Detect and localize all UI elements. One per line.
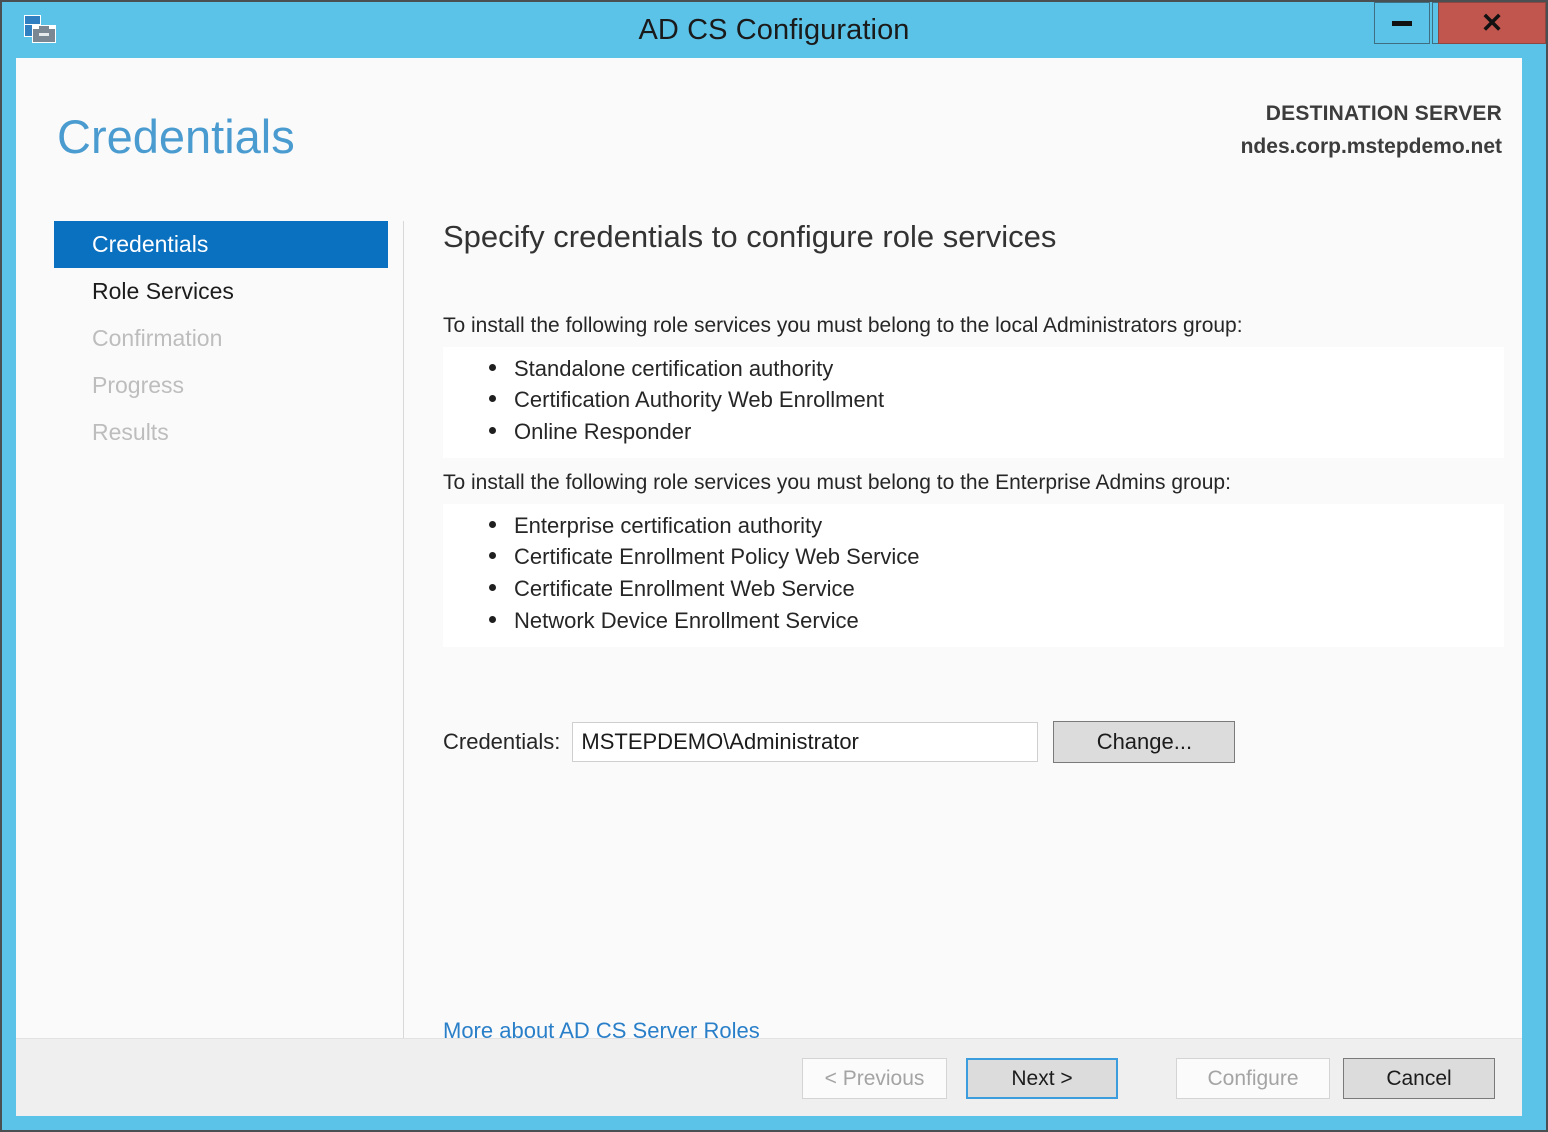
credentials-row: Credentials: Change... — [443, 721, 1236, 763]
wizard-navigation: Credentials Role Services Confirmation P… — [54, 221, 388, 456]
credentials-input[interactable] — [572, 722, 1039, 762]
enterprise-admins-list: Enterprise certification authority Certi… — [443, 503, 1504, 648]
credentials-label: Credentials: — [443, 729, 561, 754]
next-button[interactable]: Next > — [966, 1058, 1118, 1099]
list-item: Online Responder — [443, 416, 1504, 448]
list-item: Enterprise certification authority — [443, 510, 1504, 542]
sidebar-divider — [403, 221, 404, 1049]
list-item-label: Enterprise certification authority — [514, 512, 823, 538]
list-item: Certificate Enrollment Web Service — [443, 573, 1504, 605]
local-admins-list: Standalone certification authority Certi… — [443, 346, 1504, 459]
content-heading: Specify credentials to configure role se… — [443, 219, 1057, 254]
client-area: Credentials DESTINATION SERVER ndes.corp… — [16, 58, 1522, 1104]
list-item-label: Network Device Enrollment Service — [514, 608, 859, 634]
destination-server-name: ndes.corp.mstepdemo.net — [1240, 135, 1502, 158]
sidebar-item-credentials[interactable]: Credentials — [54, 221, 388, 268]
list-item: Certificate Enrollment Policy Web Servic… — [443, 541, 1504, 573]
window-title: AD CS Configuration — [638, 14, 910, 46]
page-title: Credentials — [57, 110, 295, 163]
list-item-label: Online Responder — [514, 419, 692, 445]
close-icon: ✕ — [1480, 7, 1504, 38]
wizard-footer: < Previous Next > Configure Cancel — [16, 1038, 1522, 1116]
title-bar[interactable]: AD CS Configuration ✕ — [2, 2, 1546, 58]
ad-cs-configuration-window: AD CS Configuration ✕ Credentials DESTIN… — [0, 0, 1548, 1132]
configure-button: Configure — [1176, 1058, 1330, 1099]
bullet-icon — [489, 363, 496, 371]
list-item: Standalone certification authority — [443, 353, 1504, 385]
sidebar-item-role-services[interactable]: Role Services — [54, 268, 388, 315]
enterprise-admins-intro: To install the following role services y… — [443, 471, 1231, 495]
bullet-icon — [489, 552, 496, 560]
bullet-icon — [489, 616, 496, 624]
bullet-icon — [489, 427, 496, 435]
sidebar-item-progress: Progress — [92, 372, 185, 398]
list-item-label: Certificate Enrollment Web Service — [514, 576, 855, 602]
local-admins-intro: To install the following role services y… — [443, 314, 1243, 338]
list-item: Network Device Enrollment Service — [443, 605, 1504, 637]
bullet-icon — [489, 520, 496, 528]
list-item: Certification Authority Web Enrollment — [443, 384, 1504, 416]
bullet-icon — [489, 395, 496, 403]
content-panel: Specify credentials to configure role se… — [443, 218, 1504, 648]
bullet-icon — [489, 584, 496, 592]
close-button[interactable]: ✕ — [1438, 2, 1546, 44]
list-item-label: Standalone certification authority — [514, 355, 834, 381]
list-item-label: Certification Authority Web Enrollment — [514, 387, 885, 413]
previous-button: < Previous — [802, 1058, 947, 1099]
cancel-button[interactable]: Cancel — [1343, 1058, 1495, 1099]
sidebar-item-results: Results — [92, 419, 169, 445]
sidebar-item-confirmation: Confirmation — [92, 325, 223, 351]
minimize-icon — [1392, 20, 1412, 26]
destination-server-block: DESTINATION SERVER ndes.corp.mstepdemo.n… — [1241, 102, 1502, 159]
change-button[interactable]: Change... — [1053, 721, 1236, 763]
destination-server-label: DESTINATION SERVER — [1265, 102, 1502, 125]
list-item-label: Certificate Enrollment Policy Web Servic… — [514, 544, 920, 570]
minimize-button[interactable] — [1374, 2, 1430, 44]
